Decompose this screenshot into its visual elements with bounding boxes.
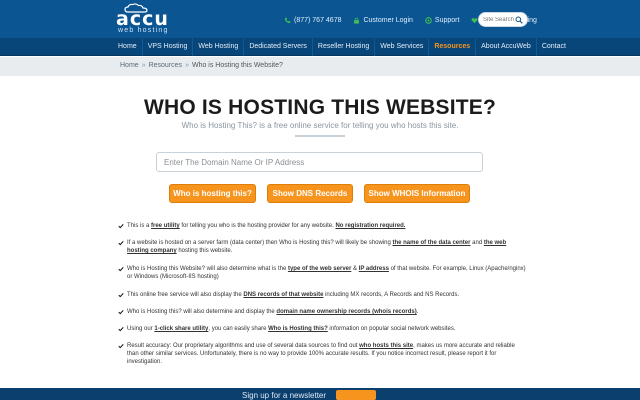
- show-dns-records-button[interactable]: Show DNS Records: [267, 184, 353, 203]
- nav-resources[interactable]: Resources: [429, 38, 477, 56]
- phone-link[interactable]: (877) 767 4678: [284, 17, 341, 24]
- checkmark-icon: [118, 266, 124, 272]
- list-item: Result accuracy: Our proprietary algorit…: [118, 342, 528, 366]
- list-item: Using our 1-click share utility, you can…: [118, 325, 528, 333]
- support-link[interactable]: Support: [425, 16, 460, 24]
- breadcrumb-separator: »: [185, 62, 189, 69]
- customer-login-label: Customer Login: [363, 16, 413, 24]
- support-icon: [425, 16, 432, 24]
- list-item: This online free service will also displ…: [118, 291, 528, 299]
- list-item: This is a free utility for telling you w…: [118, 222, 528, 230]
- logo-tagline: web hosting: [118, 27, 169, 34]
- breadcrumb-bar: Home » Resources » Who is Hosting this W…: [0, 57, 640, 76]
- site-search: [478, 12, 528, 27]
- site-search-input[interactable]: [483, 15, 517, 25]
- page-title: WHO IS HOSTING THIS WEBSITE?: [143, 96, 497, 119]
- nav-dedicated-servers[interactable]: Dedicated Servers: [244, 38, 313, 56]
- checkmark-icon: [118, 292, 124, 298]
- title-divider: [295, 135, 345, 137]
- breadcrumb: Home » Resources » Who is Hosting this W…: [120, 62, 283, 69]
- checkmark-icon: [118, 223, 124, 229]
- checkmark-icon: [118, 309, 124, 315]
- nav-web-services[interactable]: Web Services: [375, 38, 430, 56]
- page-subtitle: Who is Hosting This? is a free online se…: [181, 121, 459, 130]
- list-item: Who is Hosting this? will also determine…: [118, 308, 528, 316]
- nav-reseller-hosting[interactable]: Reseller Hosting: [313, 38, 376, 56]
- breadcrumb-separator: »: [141, 62, 146, 69]
- main-nav: Home VPS Hosting Web Hosting Dedicated S…: [0, 38, 640, 56]
- list-item: Who is Hosting this Website? will also d…: [118, 265, 528, 281]
- newsletter-bar: Sign up for a newsletter: [0, 388, 640, 400]
- support-label: Support: [434, 16, 460, 24]
- breadcrumb-resources[interactable]: Resources: [149, 62, 182, 69]
- top-header: accu web hosting (877) 767 4678 Customer…: [0, 0, 640, 38]
- domain-input[interactable]: [156, 152, 483, 172]
- newsletter-signup-button[interactable]: [336, 390, 376, 400]
- checkmark-icon: [118, 343, 124, 349]
- nav-web-hosting[interactable]: Web Hosting: [193, 38, 245, 56]
- show-whois-button[interactable]: Show WHOIS Information: [364, 184, 470, 203]
- search-icon[interactable]: [515, 16, 523, 24]
- lock-icon: [354, 17, 360, 24]
- nav-vps-hosting[interactable]: VPS Hosting: [143, 38, 194, 56]
- phone-label: (877) 767 4678: [294, 16, 342, 24]
- nav-about-accuweb[interactable]: About AccuWeb: [476, 38, 537, 56]
- phone-icon: [284, 17, 291, 23]
- breadcrumb-home[interactable]: Home: [120, 62, 139, 69]
- newsletter-text: Sign up for a newsletter: [242, 391, 327, 400]
- customer-login-link[interactable]: Customer Login: [353, 16, 413, 24]
- list-item: If a website is hosted on a server farm …: [118, 239, 528, 255]
- nav-home[interactable]: Home: [113, 38, 143, 56]
- nav-contact[interactable]: Contact: [537, 38, 571, 56]
- breadcrumb-current: Who is Hosting this Website?: [191, 62, 283, 69]
- checkmark-icon: [118, 240, 124, 246]
- accuweb-logo[interactable]: accu web hosting: [116, 3, 176, 35]
- checkmark-icon: [118, 326, 124, 332]
- who-is-hosting-button[interactable]: Who is hosting this?: [169, 184, 256, 203]
